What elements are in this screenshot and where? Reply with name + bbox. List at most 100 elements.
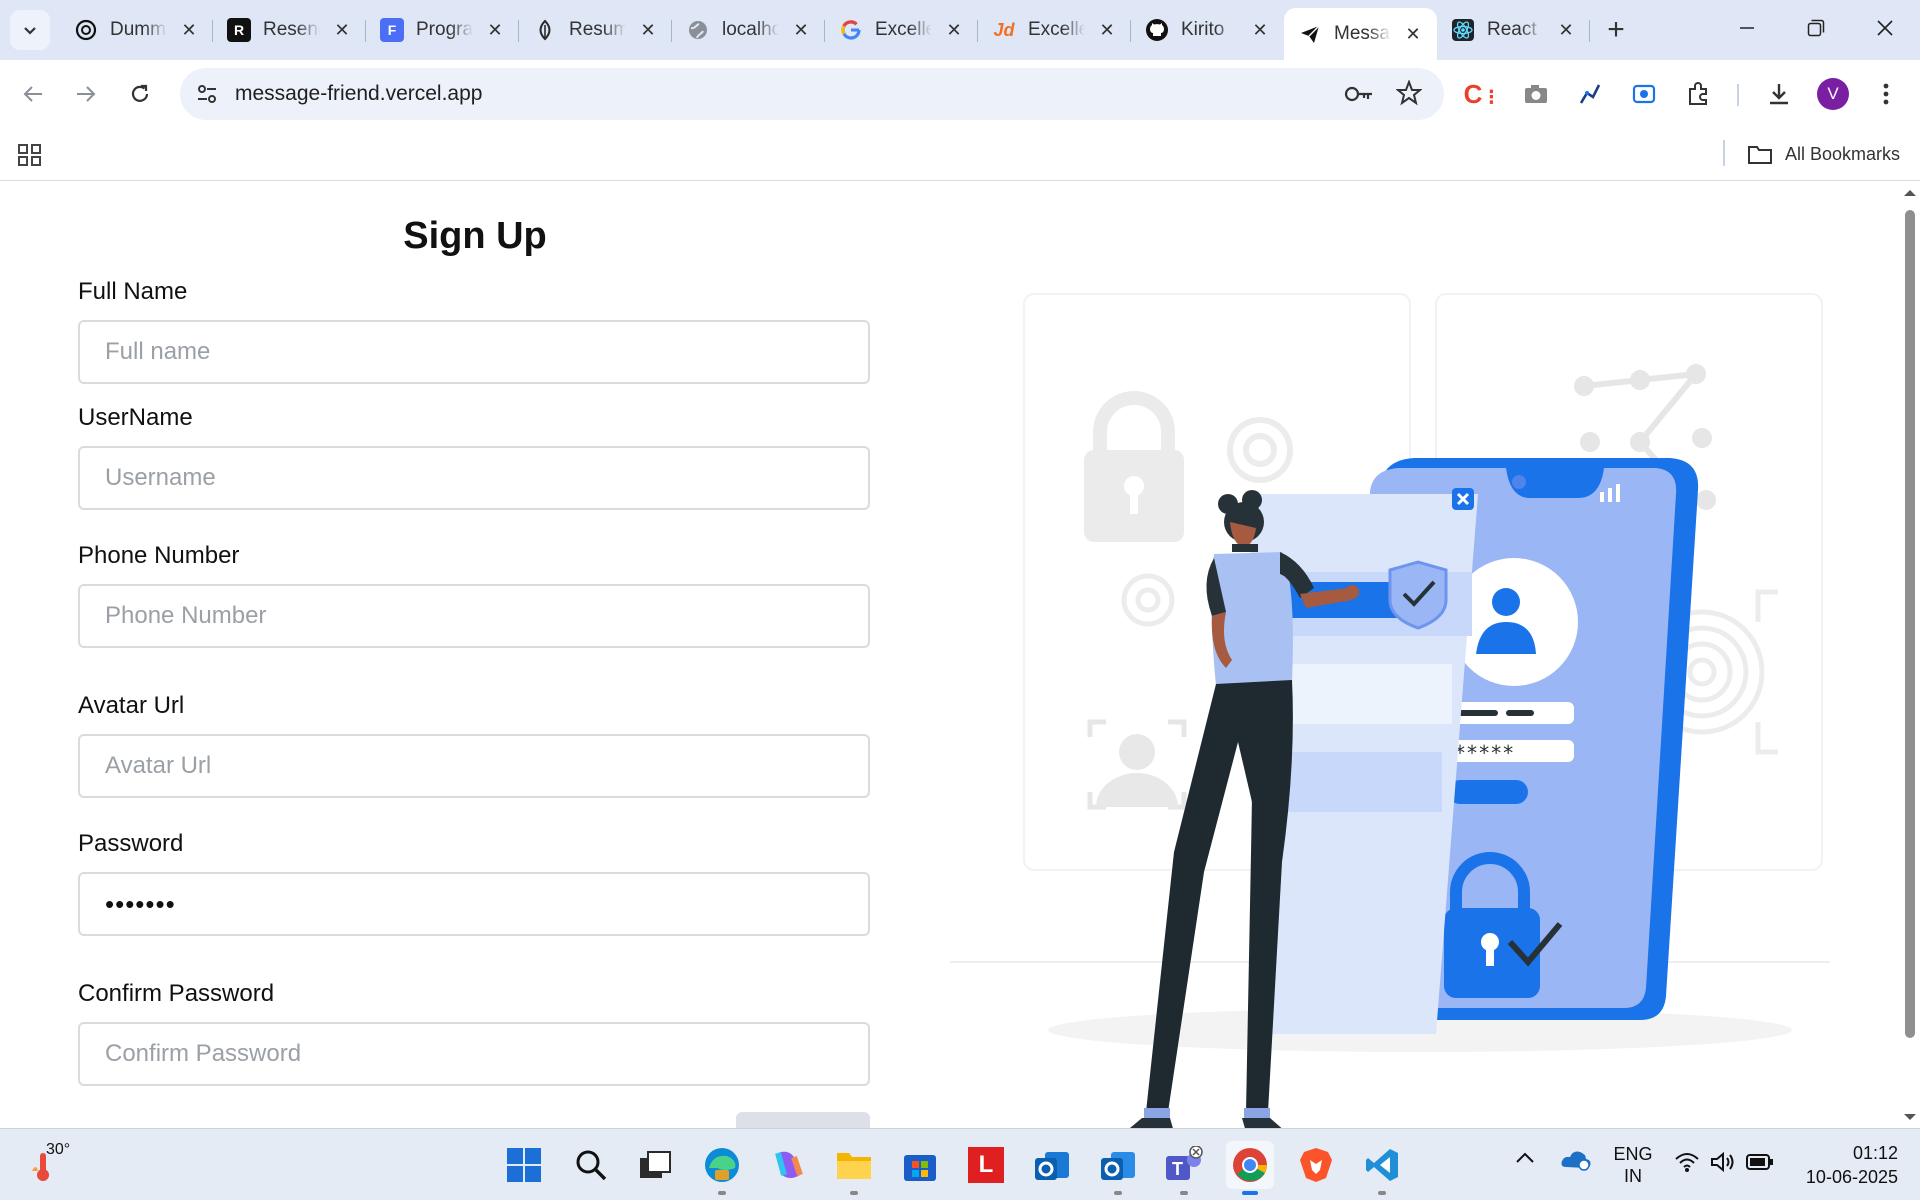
apps-grid-icon[interactable] (18, 144, 42, 171)
reload-icon (131, 84, 149, 102)
forms-icon: F (380, 18, 404, 42)
minimize-button[interactable] (1717, 8, 1777, 48)
tab[interactable]: Kirito ✕ (1131, 8, 1284, 52)
field-label-phone: Phone Number (78, 542, 240, 569)
task-view-button[interactable] (631, 1141, 679, 1189)
camera-icon[interactable] (1516, 74, 1556, 114)
arrow-right-icon (77, 86, 96, 102)
tab-title: React (1487, 19, 1537, 40)
back-button[interactable] (13, 74, 53, 114)
tab[interactable]: Resume ✕ (519, 8, 672, 52)
field-label-avatar-url: Avatar Url (78, 692, 185, 719)
clock-time: 01:12 (1852, 1143, 1898, 1163)
google-icon (839, 18, 863, 42)
outlook-new-app[interactable] (1028, 1141, 1076, 1189)
close-icon[interactable]: ✕ (1556, 20, 1576, 40)
all-bookmarks-button[interactable]: All Bookmarks (1747, 138, 1900, 170)
tab[interactable]: React ✕ (1437, 8, 1590, 52)
forward-button[interactable] (66, 74, 106, 114)
extension-c-icon[interactable]: C⋮ (1462, 74, 1502, 114)
screen-record-icon[interactable] (1624, 74, 1664, 114)
password-input[interactable]: ••••••• (78, 872, 870, 936)
folder-icon (1748, 146, 1772, 164)
brave-app[interactable] (1292, 1141, 1340, 1189)
tab[interactable]: R Resend ✕ (213, 8, 366, 52)
reload-button[interactable] (120, 74, 160, 114)
close-icon[interactable]: ✕ (638, 20, 658, 40)
app-l[interactable]: L (962, 1141, 1010, 1189)
close-icon[interactable]: ✕ (179, 20, 199, 40)
site-settings-icon[interactable] (194, 81, 220, 112)
extensions-puzzle-icon[interactable] (1678, 74, 1718, 114)
vscode-app[interactable] (1358, 1141, 1406, 1195)
close-icon[interactable]: ✕ (1403, 24, 1423, 44)
phone-number-input[interactable]: Phone Number (78, 584, 870, 648)
teams-app[interactable]: T (1160, 1141, 1208, 1195)
tab[interactable]: Excellent ✕ (825, 8, 978, 52)
weather-temp: 30° (46, 1141, 71, 1158)
submit-button[interactable] (736, 1112, 870, 1128)
edge-icon (705, 1148, 739, 1182)
close-icon[interactable]: ✕ (1097, 20, 1117, 40)
password-value: ••••••• (105, 888, 176, 919)
clock[interactable]: 01:12 10-06-2025 (1794, 1141, 1898, 1189)
vertical-scrollbar[interactable] (1900, 182, 1920, 1128)
tab[interactable]: Dummy ✕ (60, 8, 213, 52)
onedrive-icon[interactable] (1560, 1147, 1592, 1176)
search-button[interactable] (567, 1141, 615, 1189)
outlook-app[interactable] (1094, 1141, 1142, 1195)
tab-title: Excellent (1028, 19, 1085, 40)
battery-icon[interactable] (1746, 1153, 1774, 1176)
edge-app[interactable] (698, 1141, 746, 1195)
new-tab-button[interactable]: + (1596, 10, 1636, 50)
download-icon[interactable] (1759, 74, 1799, 114)
avatar-url-input[interactable]: Avatar Url (78, 734, 870, 798)
tab-title: Resend (263, 19, 320, 40)
globe-icon (686, 18, 710, 42)
address-bar[interactable]: message-friend.vercel.app (180, 68, 1444, 120)
key-icon[interactable] (1344, 82, 1374, 111)
close-icon (1877, 20, 1893, 36)
close-icon[interactable]: ✕ (1250, 20, 1270, 40)
pen-icon[interactable] (1570, 74, 1610, 114)
tab-active[interactable]: Message ✕ (1284, 8, 1437, 60)
security-illustration: ***** (950, 293, 1830, 1128)
copilot-app[interactable] (764, 1141, 812, 1189)
window-close-button[interactable] (1855, 8, 1915, 48)
profile-avatar[interactable]: V (1813, 74, 1853, 114)
language-code: ENG (1613, 1144, 1653, 1164)
restore-button[interactable] (1786, 8, 1846, 48)
field-label-full-name: Full Name (78, 278, 188, 305)
confirm-password-input[interactable]: Confirm Password (78, 1022, 870, 1086)
input-language[interactable]: ENG IN (1612, 1143, 1654, 1187)
show-hidden-icons[interactable] (1514, 1151, 1536, 1170)
star-icon[interactable] (1395, 79, 1423, 111)
tab[interactable]: Jd Excellent ✕ (978, 8, 1131, 52)
bookmarks-bar: All Bookmarks (0, 128, 1920, 181)
tab-title: Programs (416, 19, 473, 40)
start-button[interactable] (500, 1141, 548, 1189)
windows-taskbar: 30° L T ENG IN 01:12 10-06-2025 (0, 1128, 1920, 1200)
chrome-app[interactable] (1226, 1141, 1274, 1195)
full-name-input[interactable]: Full name (78, 320, 870, 384)
tab-title: Kirito (1181, 19, 1225, 40)
vscode-icon (1366, 1149, 1398, 1181)
leaf-icon (533, 18, 557, 42)
username-input[interactable]: Username (78, 446, 870, 510)
tab[interactable]: localhost ✕ (672, 8, 825, 52)
wifi-icon[interactable] (1674, 1151, 1700, 1178)
weather-widget[interactable]: 30° (28, 1141, 88, 1189)
tab-search-button[interactable] (10, 10, 50, 50)
close-icon[interactable]: ✕ (485, 20, 505, 40)
close-icon[interactable]: ✕ (332, 20, 352, 40)
file-explorer-app[interactable] (830, 1141, 878, 1195)
kebab-menu-icon[interactable] (1866, 74, 1906, 114)
store-app[interactable] (896, 1141, 944, 1189)
tab-title: Dummy (110, 19, 167, 40)
scroll-up-arrow (1904, 190, 1916, 196)
close-icon[interactable]: ✕ (791, 20, 811, 40)
close-icon[interactable]: ✕ (944, 20, 964, 40)
tab[interactable]: F Programs ✕ (366, 8, 519, 52)
volume-icon[interactable] (1710, 1151, 1736, 1178)
brave-icon (1300, 1148, 1332, 1182)
